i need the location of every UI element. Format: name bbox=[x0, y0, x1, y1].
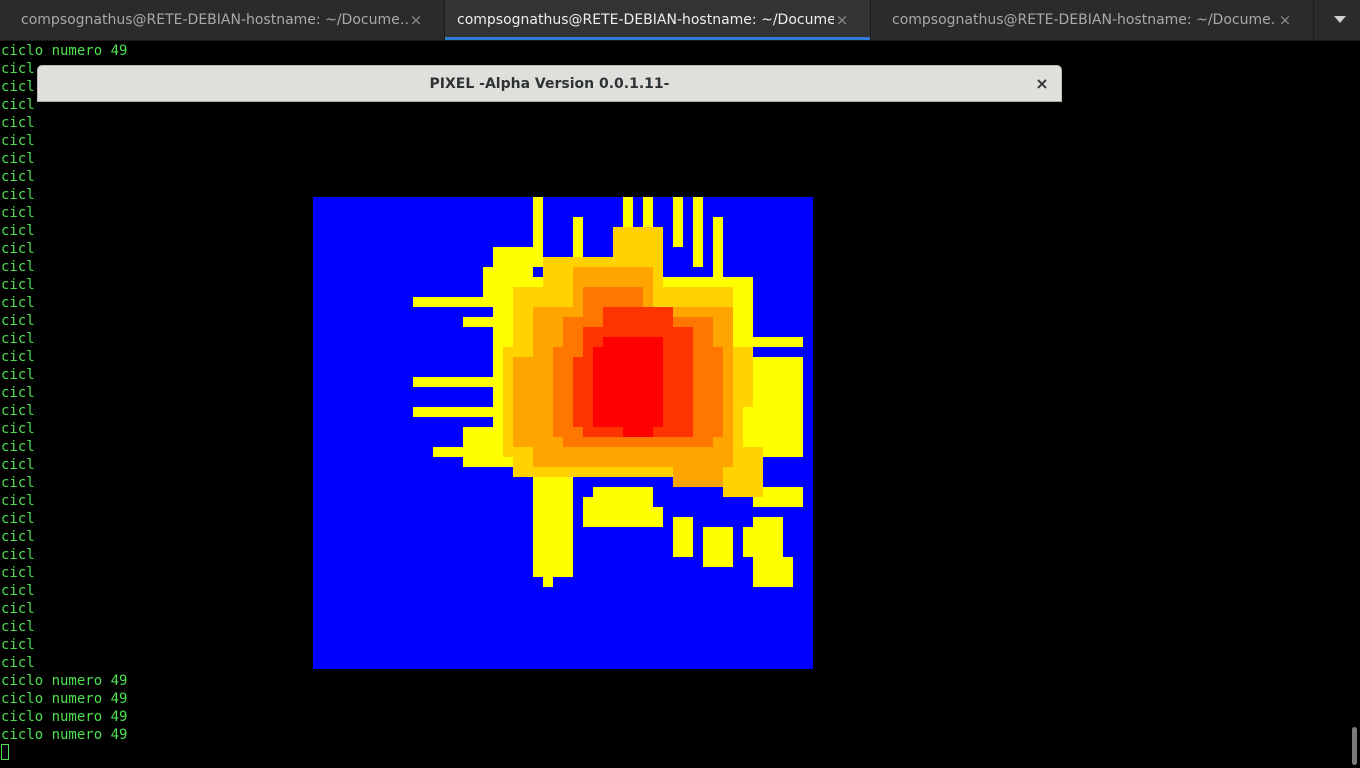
pixel-block bbox=[413, 377, 503, 387]
terminal-line: cicl bbox=[1, 385, 35, 401]
pixel-block bbox=[693, 197, 703, 267]
terminal-cursor bbox=[1, 744, 9, 760]
tab-bar: compsognathus@RETE-DEBIAN-hostname: ~/Do… bbox=[0, 0, 1360, 41]
terminal-line: cicl bbox=[1, 277, 35, 293]
tab-label: compsognathus@RETE-DEBIAN-hostname: ~/Do… bbox=[21, 12, 408, 28]
pixel-block bbox=[743, 527, 783, 557]
terminal-line: cicl bbox=[1, 169, 35, 185]
terminal-line: ciclo numero 49 bbox=[1, 673, 128, 689]
terminal-output: ciclo numero 49 cicl cicl cicl cicl cicl cicl c… bbox=[0, 42, 127, 744]
pixel-block bbox=[603, 307, 673, 337]
terminal-line: cicl bbox=[1, 295, 35, 311]
terminal-line: cicl bbox=[1, 313, 35, 329]
pixel-block bbox=[603, 507, 613, 527]
terminal-line: cicl bbox=[1, 637, 35, 653]
terminal-scrollbar[interactable] bbox=[1348, 41, 1360, 768]
pixel-block bbox=[703, 527, 733, 567]
pixel-block bbox=[753, 517, 783, 527]
pixel-block bbox=[583, 497, 593, 527]
terminal-tab-1[interactable]: compsognathus@RETE-DEBIAN-hostname: ~/Do… bbox=[0, 0, 445, 40]
close-tab-icon[interactable]: × bbox=[1277, 11, 1293, 29]
pixel-block bbox=[623, 407, 653, 437]
pixel-block bbox=[673, 517, 693, 557]
pixel-block bbox=[533, 197, 543, 267]
terminal-line: cicl bbox=[1, 475, 35, 491]
pixel-block bbox=[673, 447, 723, 487]
pixel-image bbox=[413, 197, 803, 587]
pixel-block bbox=[553, 537, 573, 577]
terminal-line: cicl bbox=[1, 601, 35, 617]
terminal-tab-3[interactable]: compsognathus@RETE-DEBIAN-hostname: ~/Do… bbox=[871, 0, 1314, 40]
terminal-line: ciclo numero 49 bbox=[1, 691, 128, 707]
pixel-window-titlebar[interactable]: PIXEL -Alpha Version 0.0.1.11- × bbox=[37, 65, 1062, 102]
pixel-block bbox=[753, 557, 793, 587]
pixel-block bbox=[753, 337, 803, 347]
terminal-tab-2[interactable]: compsognathus@RETE-DEBIAN-hostname: ~/Do… bbox=[445, 0, 871, 40]
pixel-block bbox=[653, 507, 663, 527]
terminal-line: cicl bbox=[1, 223, 35, 239]
terminal-line: cicl bbox=[1, 619, 35, 635]
scrollbar-thumb[interactable] bbox=[1352, 727, 1357, 765]
pixel-block bbox=[483, 267, 503, 307]
terminal-line: cicl bbox=[1, 421, 35, 437]
tab-label: compsognathus@RETE-DEBIAN-hostname: ~/Do… bbox=[892, 12, 1277, 28]
pixel-block bbox=[713, 217, 723, 277]
pixel-block bbox=[413, 407, 503, 417]
terminal-line: cicl bbox=[1, 151, 35, 167]
terminal-line: cicl bbox=[1, 511, 35, 527]
pixel-block bbox=[593, 487, 653, 527]
close-tab-icon[interactable]: × bbox=[408, 11, 424, 29]
terminal-line: cicl bbox=[1, 331, 35, 347]
terminal-line: ciclo numero 49 bbox=[1, 709, 128, 725]
window-title: PIXEL -Alpha Version 0.0.1.11- bbox=[429, 76, 670, 92]
pixel-block bbox=[753, 357, 803, 457]
terminal-line: cicl bbox=[1, 457, 35, 473]
terminal-line: cicl bbox=[1, 583, 35, 599]
pixel-block bbox=[413, 297, 493, 307]
terminal-line: cicl bbox=[1, 529, 35, 545]
terminal-line: cicl bbox=[1, 493, 35, 509]
terminal-line: cicl bbox=[1, 205, 35, 221]
terminal-line: cicl bbox=[1, 187, 35, 203]
pixel-block bbox=[543, 567, 553, 587]
pixel-block bbox=[673, 197, 683, 247]
terminal-line: cicl bbox=[1, 133, 35, 149]
pixel-block bbox=[603, 337, 663, 357]
terminal-line: cicl bbox=[1, 349, 35, 365]
tab-label: compsognathus@RETE-DEBIAN-hostname: ~/Do… bbox=[457, 12, 834, 28]
terminal-line: cicl bbox=[1, 655, 35, 671]
terminal-line: ciclo numero 49 bbox=[1, 43, 128, 59]
terminal-line: cicl bbox=[1, 403, 35, 419]
pixel-block bbox=[733, 347, 753, 407]
terminal-line: cicl bbox=[1, 547, 35, 563]
terminal-line: cicl bbox=[1, 367, 35, 383]
terminal-line: cicl bbox=[1, 439, 35, 455]
tabs-menu-button[interactable] bbox=[1320, 0, 1360, 40]
terminal-line: cicl bbox=[1, 115, 35, 131]
terminal-line: ciclo numero 49 bbox=[1, 727, 128, 743]
chevron-down-icon bbox=[1334, 16, 1346, 23]
close-icon[interactable]: × bbox=[1033, 75, 1051, 93]
terminal-line: cicl bbox=[1, 259, 35, 275]
pixel-canvas[interactable] bbox=[313, 197, 813, 669]
terminal-line: cicl bbox=[1, 241, 35, 257]
terminal-line: cicl bbox=[1, 565, 35, 581]
close-tab-icon[interactable]: × bbox=[834, 11, 850, 29]
